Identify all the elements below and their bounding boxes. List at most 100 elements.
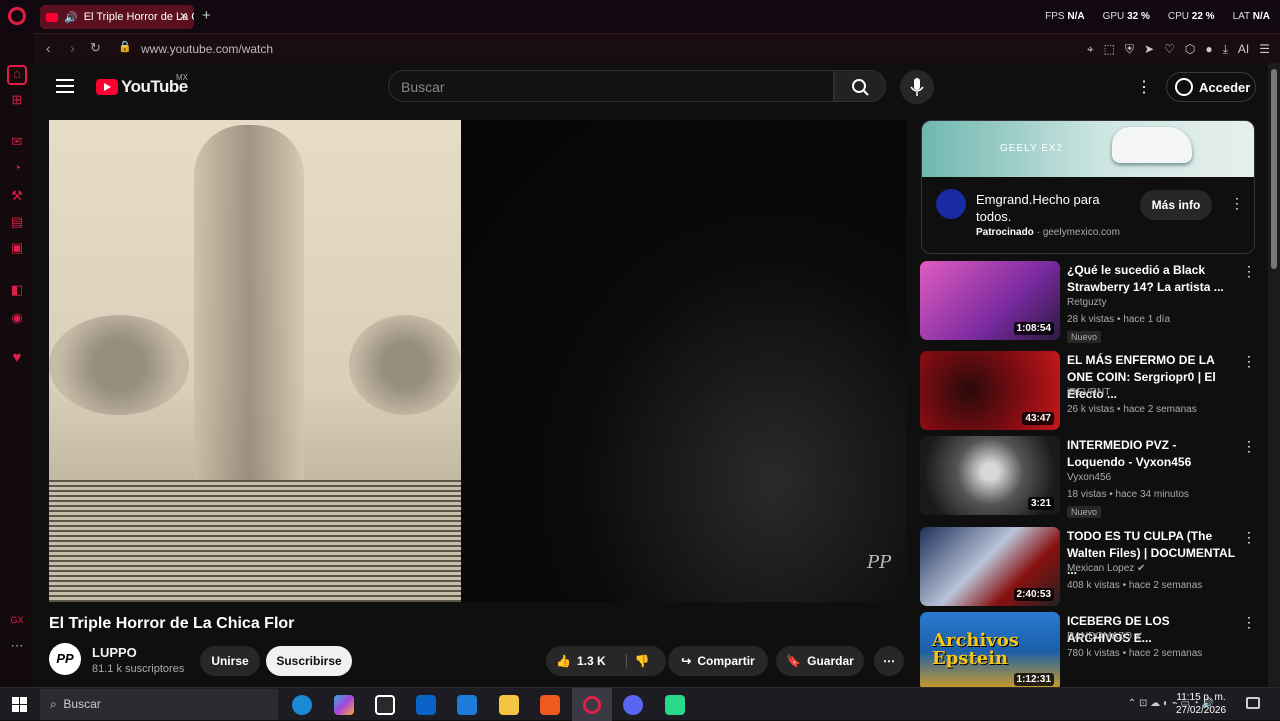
ad-menu-icon[interactable]: ⋮ — [1230, 195, 1244, 212]
channel-avatar[interactable]: PP — [49, 643, 81, 675]
speed-icon[interactable]: ◔ — [9, 161, 25, 175]
reload-icon[interactable]: ↻ — [90, 40, 101, 56]
recommended-video[interactable]: 2:40:53 TODO ES TU CULPA (The Walten Fil… — [920, 527, 1260, 607]
ai-button[interactable]: AI — [1238, 42, 1249, 57]
voice-search-button[interactable] — [900, 70, 934, 104]
video-menu-icon[interactable]: ⋮ — [1242, 438, 1256, 455]
recommended-video[interactable]: 1:08:54 ¿Qué le sucedió a Black Strawber… — [920, 261, 1260, 343]
ad-title[interactable]: Emgrand.Hecho para todos. — [976, 191, 1136, 225]
taskbar-search-input[interactable]: ⌕ Buscar — [40, 689, 278, 720]
video-player[interactable]: PP — [49, 120, 907, 602]
copilot-icon[interactable] — [334, 695, 354, 715]
video-menu-icon[interactable]: ⋮ — [1242, 263, 1256, 280]
sign-in-button[interactable]: Acceder — [1166, 72, 1256, 102]
send-icon[interactable]: ➤ — [1144, 42, 1154, 57]
new-tab-plus-icon[interactable]: + — [202, 7, 211, 24]
ad-banner-image[interactable]: GEELY EX2 — [922, 121, 1254, 177]
like-button[interactable]: 👍 1.3 K — [556, 654, 606, 668]
video-duration: 43:47 — [1022, 412, 1054, 425]
tools-icon[interactable]: ⚒ — [9, 189, 25, 203]
whatsapp-icon[interactable]: ◉ — [9, 311, 25, 325]
download-icon[interactable]: ⤓ — [1223, 42, 1228, 57]
video-channel[interactable]: iREVRNT — [1067, 387, 1110, 398]
search-input[interactable]: Buscar — [388, 70, 834, 102]
video-menu-icon[interactable]: ⋮ — [1242, 614, 1256, 631]
brave-icon[interactable] — [540, 695, 560, 715]
save-button[interactable]: 🔖 Guardar — [776, 646, 864, 676]
ad-more-info-button[interactable]: Más info — [1140, 190, 1212, 220]
video-thumbnail[interactable]: 3:21 — [920, 436, 1060, 515]
video-views: 18 vistas — [1067, 489, 1107, 500]
edge-icon[interactable] — [292, 695, 312, 715]
video-channel[interactable]: RANDOMAZO ✔ — [1067, 631, 1143, 642]
search-button[interactable] — [834, 70, 886, 102]
video-channel[interactable]: Retguzty — [1067, 297, 1106, 308]
advertiser-logo[interactable] — [936, 189, 966, 219]
media-icon[interactable]: ▤ — [9, 215, 25, 229]
sponsored-ad-card[interactable]: GEELY EX2 Emgrand.Hecho para todos. Patr… — [921, 120, 1255, 254]
heart-icon[interactable]: ♥ — [9, 350, 25, 365]
settings-more-icon[interactable]: ⋮ — [1136, 77, 1152, 97]
heart-icon[interactable]: ♡ — [1164, 42, 1175, 57]
video-thumbnail[interactable]: 1:08:54 — [920, 261, 1060, 340]
lock-icon[interactable]: 🔒 — [118, 40, 132, 53]
url-field[interactable]: www.youtube.com/watch — [141, 42, 273, 56]
dislike-button[interactable]: 👎 — [625, 654, 650, 668]
easy-setup-icon[interactable]: ☰ — [1259, 42, 1270, 57]
join-button[interactable]: Unirse — [200, 646, 260, 676]
pin-icon[interactable]: ⌖ — [1087, 42, 1094, 57]
video-meta: 780 k vistas • hace 2 semanas — [1067, 648, 1203, 659]
file-explorer-icon[interactable] — [499, 695, 519, 715]
video-age: hace 1 día — [1123, 314, 1171, 325]
video-thumbnail[interactable]: 43:47 — [920, 351, 1060, 430]
windows-start-icon[interactable] — [12, 697, 27, 712]
profile-icon[interactable]: ● — [1205, 42, 1212, 57]
back-icon[interactable]: ‹ — [46, 40, 51, 56]
opera-logo-icon[interactable] — [8, 7, 26, 25]
home-icon[interactable]: ⌂ — [7, 65, 27, 85]
extensions-icon[interactable]: ⬡ — [1185, 42, 1195, 57]
recommended-video[interactable]: 3:21 INTERMEDIO PVZ - Loquendo - Vyxon45… — [920, 436, 1260, 518]
subscribe-button[interactable]: Suscribirse — [266, 646, 352, 676]
video-channel[interactable]: Mexican Lopez ✔ — [1067, 563, 1145, 574]
recommended-video[interactable]: Archivos Epstein 1:12:31 ICEBERG DE LOS … — [920, 612, 1260, 687]
outlook-icon[interactable] — [416, 695, 436, 715]
notifications-icon[interactable] — [1246, 697, 1260, 709]
word-icon[interactable] — [457, 695, 477, 715]
video-meta: 18 vistas • hace 34 minutos — [1067, 489, 1189, 500]
scrollbar-thumb[interactable] — [1271, 69, 1277, 269]
video-thumbnail[interactable]: 2:40:53 — [920, 527, 1060, 606]
video-thumbnail[interactable]: Archivos Epstein 1:12:31 — [920, 612, 1060, 687]
search-icon — [852, 79, 869, 96]
video-menu-icon[interactable]: ⋮ — [1242, 529, 1256, 546]
discord-icon[interactable] — [623, 695, 643, 715]
app-icon[interactable] — [665, 695, 685, 715]
store-icon[interactable] — [375, 695, 395, 715]
taskbar-clock[interactable]: 11:15 p. m. 27/02/2026 — [1176, 691, 1226, 717]
more-icon[interactable]: ⋯ — [9, 639, 25, 653]
tab-close-icon[interactable]: ✕ — [179, 10, 188, 23]
gx-icon[interactable]: GX — [9, 613, 25, 627]
video-title[interactable]: ¿Qué le sucedió a Black Strawberry 14? L… — [1067, 262, 1235, 296]
share-button[interactable]: ↪ Compartir — [668, 646, 768, 676]
video-menu-icon[interactable]: ⋮ — [1242, 353, 1256, 370]
new-badge: Nuevo — [1067, 331, 1102, 343]
channel-name[interactable]: LUPPO — [92, 645, 137, 660]
video-channel[interactable]: Vyxon456 — [1067, 472, 1111, 483]
page-scrollbar[interactable] — [1268, 63, 1280, 687]
forward-icon[interactable]: › — [70, 40, 75, 56]
messages-icon[interactable]: ✉ — [9, 135, 25, 149]
video-title[interactable]: INTERMEDIO PVZ - Loquendo - Vyxon456 — [1067, 437, 1235, 471]
more-actions-button[interactable]: ⋯ — [874, 646, 904, 676]
recommended-video[interactable]: 43:47 EL MÁS ENFERMO DE LA ONE COIN: Ser… — [920, 351, 1260, 431]
speaker-icon[interactable]: 🔊 — [64, 11, 78, 24]
twitch-icon[interactable]: ◧ — [9, 283, 25, 297]
shield-icon[interactable]: ⛨ — [1125, 42, 1134, 57]
youtube-logo[interactable]: YouTube MX — [96, 73, 188, 97]
hamburger-menu-icon[interactable] — [56, 79, 74, 93]
gallery-icon[interactable]: ▣ — [9, 241, 25, 255]
gamepad-icon[interactable]: ⊞ — [9, 93, 25, 107]
opera-gx-taskbar-button[interactable] — [572, 688, 612, 721]
snapshot-icon[interactable]: ⬚ — [1104, 42, 1115, 57]
browser-tab-active[interactable]: 🔊 El Triple Horror de La C — [40, 5, 194, 29]
